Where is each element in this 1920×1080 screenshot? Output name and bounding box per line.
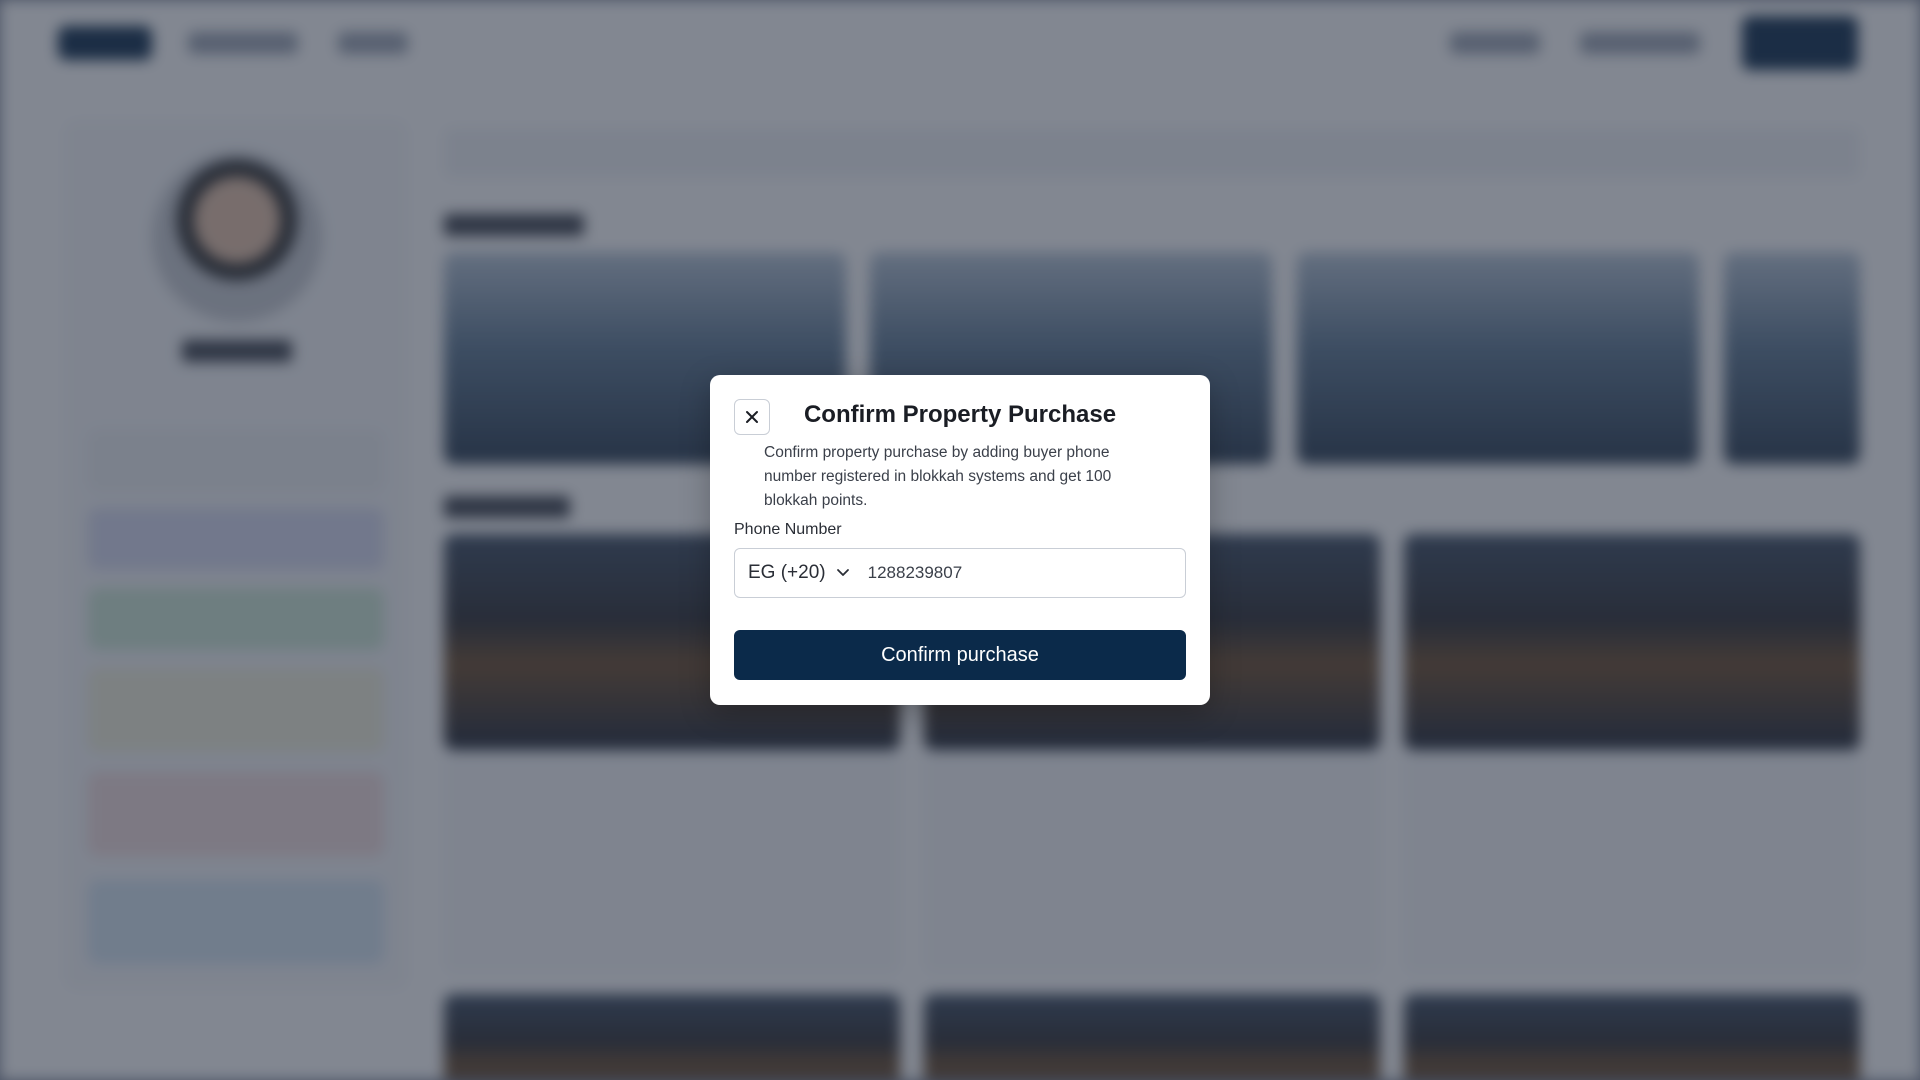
confirm-purchase-modal: Confirm Property Purchase Confirm proper… bbox=[710, 375, 1210, 705]
close-button[interactable] bbox=[734, 399, 770, 435]
country-code-value: EG (+20) bbox=[748, 562, 826, 583]
modal-title: Confirm Property Purchase bbox=[803, 401, 1117, 428]
phone-number-input[interactable] bbox=[865, 562, 1170, 584]
country-code-select[interactable]: EG (+20) bbox=[735, 549, 850, 597]
phone-number-field: EG (+20) bbox=[734, 548, 1186, 598]
phone-number-label: Phone Number bbox=[734, 521, 842, 538]
chevron-down-icon bbox=[836, 568, 850, 578]
modal-description: Confirm property purchase by adding buye… bbox=[764, 444, 1112, 509]
close-icon bbox=[745, 410, 759, 424]
confirm-purchase-button[interactable]: Confirm purchase bbox=[734, 630, 1186, 680]
